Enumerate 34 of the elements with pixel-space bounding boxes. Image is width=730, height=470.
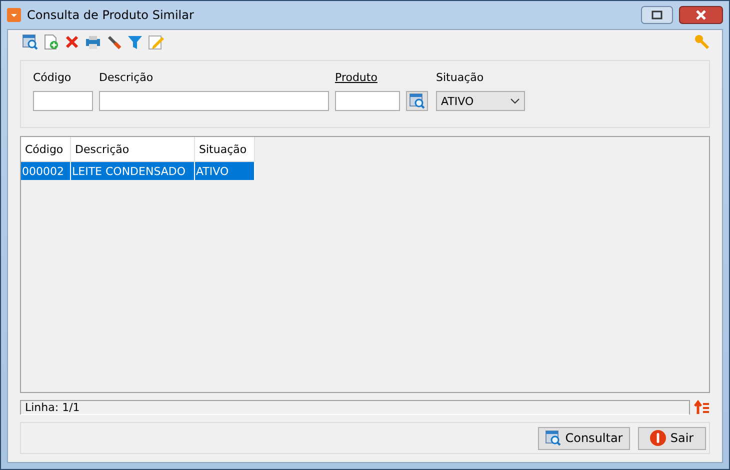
- codigo-field[interactable]: [33, 91, 93, 111]
- column-header[interactable]: Situação: [195, 137, 255, 162]
- edit-icon[interactable]: [148, 34, 164, 50]
- column-header[interactable]: Descrição: [71, 137, 195, 162]
- exit-button[interactable]: Sair: [638, 426, 706, 450]
- table-cell: ATIVO: [195, 162, 255, 180]
- search-icon: [409, 93, 425, 109]
- sort-icon[interactable]: [694, 399, 710, 415]
- table-cell: LEITE CONDENSADO: [71, 162, 195, 180]
- produto-label: Produto: [335, 71, 378, 85]
- lookup-button[interactable]: [406, 91, 428, 111]
- search-icon: [545, 430, 562, 446]
- status-bar: Linha: 1/1: [20, 400, 690, 414]
- descricao-field[interactable]: [99, 91, 329, 111]
- filter-icon[interactable]: [127, 34, 143, 50]
- codigo-label: Código: [33, 71, 72, 85]
- delete-icon[interactable]: [64, 34, 80, 50]
- add-document-icon[interactable]: [43, 34, 59, 50]
- column-header[interactable]: Código: [21, 137, 71, 162]
- close-button[interactable]: [679, 6, 723, 24]
- situacao-dropdown[interactable]: ATIVO: [436, 91, 525, 111]
- search-icon[interactable]: [22, 34, 38, 50]
- wrench-icon[interactable]: [106, 34, 122, 50]
- produto-field[interactable]: [335, 91, 400, 111]
- window-title: Consulta de Produto Similar: [27, 8, 195, 22]
- app-icon: [7, 8, 21, 22]
- table-cell: 000002: [21, 162, 71, 180]
- chevron-icon: [510, 98, 520, 104]
- restore-button[interactable]: [641, 6, 673, 24]
- search-button[interactable]: Consultar: [538, 426, 630, 450]
- stop-icon: [650, 430, 666, 446]
- printer-icon[interactable]: [85, 34, 101, 50]
- situacao-label: Situação: [436, 71, 485, 85]
- descricao-label: Descrição: [99, 71, 154, 85]
